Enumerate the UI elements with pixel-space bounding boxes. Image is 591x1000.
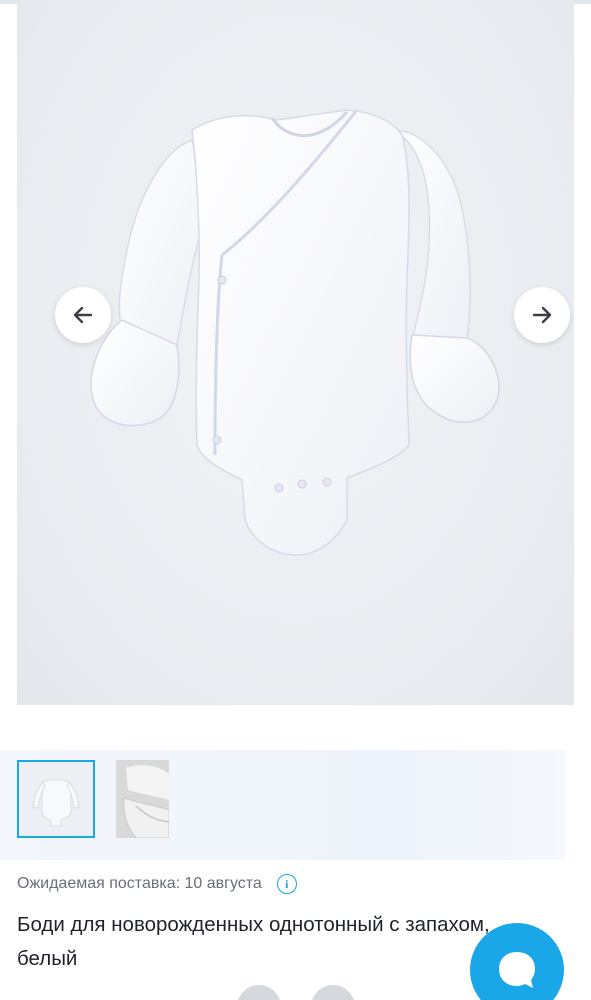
thumb-bodysuit-detail[interactable] [116, 760, 169, 838]
chat-bubble-icon [499, 952, 535, 988]
delivery-label: Ожидаемая поставка: 10 августа [17, 875, 262, 892]
thumb-bodysuit-front[interactable] [17, 760, 95, 838]
decorative-circle [311, 985, 355, 1000]
arrow-right-icon [532, 306, 552, 324]
thumbnail-strip [0, 750, 565, 860]
decorative-circle [237, 985, 281, 1000]
product-gallery[interactable] [17, 0, 574, 705]
arrow-left-icon [73, 306, 93, 324]
chat-button[interactable] [470, 923, 564, 1000]
gallery-next-button[interactable] [514, 287, 570, 343]
product-title: Боди для новорожденных однотонный с запа… [17, 913, 490, 970]
product-page: Ожидаемая поставка: 10 августа i Боди дл… [0, 0, 591, 1000]
gallery-prev-button[interactable] [55, 287, 111, 343]
delivery-info: Ожидаемая поставка: 10 августа i [17, 873, 297, 895]
product-photo [90, 109, 500, 556]
info-icon[interactable]: i [276, 874, 297, 894]
